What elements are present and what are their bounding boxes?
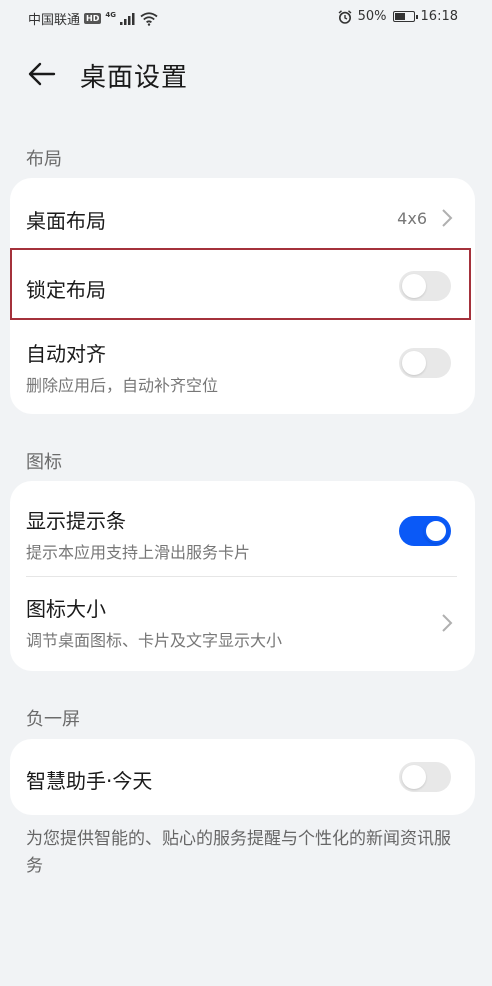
minus-one-screen-footnote: 为您提供智能的、贴心的服务提醒与个性化的新闻资讯服务 [26,829,451,876]
show-hint-bar-title: 显示提示条 [26,509,126,533]
alarm-icon [338,9,352,24]
signal-icon [119,12,135,25]
carrier-name: 中国联通 [28,13,81,28]
hd-badge: HD [84,13,102,24]
auto-align-subtitle: 删除应用后，自动补齐空位 [26,376,219,395]
battery-percent: 50% [357,9,387,24]
back-arrow-icon[interactable] [26,58,58,90]
icons-card: 显示提示条 提示本应用支持上滑出服务卡片 图标大小 调节桌面图标、卡片及文字显示… [10,481,475,671]
wifi-icon [140,11,158,26]
status-bar: 中国联通 HD 4G 50% 16:18 [0,0,492,34]
page-header: 桌面设置 [0,45,492,105]
layout-card: 桌面布局 4x6 锁定布局 自动对齐 删除应用后，自动补齐空位 [10,178,475,414]
clock-time: 16:18 [420,9,458,24]
icon-size-row[interactable]: 图标大小 调节桌面图标、卡片及文字显示大小 [10,577,475,671]
show-hint-bar-toggle[interactable] [399,516,451,546]
section-label-layout: 布局 [26,149,62,170]
lock-layout-title: 锁定布局 [26,278,106,302]
chevron-right-icon [442,209,453,227]
auto-align-toggle[interactable] [399,348,451,378]
auto-align-row[interactable]: 自动对齐 删除应用后，自动补齐空位 [10,322,475,414]
toggle-knob [424,519,448,543]
toggle-knob [402,351,426,375]
icon-size-subtitle: 调节桌面图标、卡片及文字显示大小 [26,631,283,650]
auto-align-title: 自动对齐 [26,342,106,366]
toggle-knob [402,274,426,298]
section-label-minus-one-screen: 负一屏 [26,709,80,730]
icon-size-title: 图标大小 [26,597,106,621]
battery-icon [392,11,418,22]
lock-layout-toggle[interactable] [399,271,451,301]
show-hint-bar-subtitle: 提示本应用支持上滑出服务卡片 [26,543,251,562]
toggle-knob [402,765,426,789]
desktop-layout-title: 桌面布局 [26,209,106,233]
network-type: 4G [105,10,116,19]
minus-one-screen-card: 智慧助手·今天 [10,739,475,815]
page-title: 桌面设置 [80,63,189,93]
desktop-layout-row[interactable]: 桌面布局 4x6 [10,178,475,250]
chevron-right-icon [442,614,453,632]
smart-assistant-toggle[interactable] [399,762,451,792]
smart-assistant-row[interactable]: 智慧助手·今天 [10,739,475,815]
lock-layout-row[interactable]: 锁定布局 [10,250,475,322]
section-label-icons: 图标 [26,452,62,473]
smart-assistant-title: 智慧助手·今天 [26,769,153,793]
status-right: 50% 16:18 [338,9,458,24]
show-hint-bar-row[interactable]: 显示提示条 提示本应用支持上滑出服务卡片 [10,481,475,576]
desktop-layout-value: 4x6 [397,209,427,228]
status-left: 中国联通 HD 4G [28,9,158,28]
